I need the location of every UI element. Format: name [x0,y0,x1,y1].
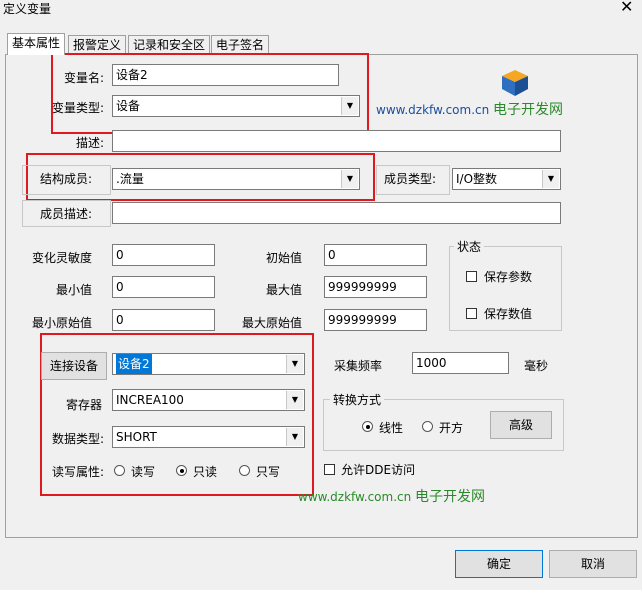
chevron-down-icon[interactable]: ▼ [341,170,358,188]
save-values-label: 保存数值 [484,307,533,321]
struct-member-value: .流量 [116,172,144,186]
convert-group-label: 转换方式 [330,391,385,408]
register-select[interactable]: INCREA100 ▼ [112,389,305,411]
sampling-input[interactable]: 1000 [412,352,509,374]
rw-readwrite-label: 读写 [131,465,156,479]
rw-writeonly-label: 只写 [256,465,281,479]
cube-logo-icon [500,68,530,98]
status-group-label: 状态 [454,238,485,255]
init-value-input[interactable]: 0 [324,244,427,266]
var-name-input[interactable]: 设备2 [112,64,339,86]
member-type-value: I/O整数 [456,172,498,186]
data-type-select[interactable]: SHORT ▼ [112,426,305,448]
min-value-label: 最小值 [55,283,92,297]
chevron-down-icon[interactable]: ▼ [286,355,303,373]
chevron-down-icon[interactable]: ▼ [341,97,358,115]
rw-writeonly-radio[interactable] [239,465,250,476]
register-label: 寄存器 [65,398,102,412]
register-value: INCREA100 [116,393,184,407]
member-desc-label: 成员描述: [40,207,93,221]
cancel-button[interactable]: 取消 [549,550,637,578]
tab-electronic-signature[interactable]: 电子签名 [211,35,270,54]
var-type-select[interactable]: 设备 ▼ [112,95,360,117]
convert-linear-label: 线性 [379,421,404,435]
member-type-label: 成员类型: [384,172,437,186]
chevron-down-icon[interactable]: ▼ [542,170,559,188]
close-icon[interactable]: ✕ [620,0,633,16]
member-type-select[interactable]: I/O整数 ▼ [452,168,561,190]
watermark-site: www.dzkfw.com.cn [298,490,412,504]
member-desc-input[interactable] [112,202,561,224]
sampling-label: 采集频率 [334,359,383,373]
watermark-top: www.dzkfw.com.cn 电子开发网 [376,99,563,119]
max-value-input[interactable]: 999999999 [324,276,427,298]
max-raw-input[interactable]: 999999999 [324,309,427,331]
tab-record-and-security[interactable]: 记录和安全区 [128,35,211,54]
device-value: 设备2 [116,354,152,374]
save-params-checkbox[interactable] [466,271,477,282]
rw-readonly-label: 只读 [193,465,218,479]
var-name-label: 变量名: [63,71,104,85]
rw-label: 读写属性: [51,465,104,479]
sensitivity-label: 变化灵敏度 [31,251,92,265]
watermark-site: www.dzkfw.com.cn [376,103,490,117]
rw-readwrite-radio[interactable] [114,465,125,476]
watermark-bottom: www.dzkfw.com.cn 电子开发网 [298,486,485,506]
rw-readonly-radio[interactable] [176,465,187,476]
chevron-down-icon[interactable]: ▼ [286,428,303,446]
connect-device-button[interactable]: 连接设备 [41,352,107,380]
window-title: 定义变量 [3,2,52,16]
tab-basic-properties[interactable]: 基本属性 [7,33,66,55]
desc-input[interactable] [112,130,561,152]
save-values-checkbox[interactable] [466,308,477,319]
convert-sqrt-label: 开方 [439,421,464,435]
watermark-name: 电子开发网 [415,489,486,505]
advanced-button[interactable]: 高级 [490,411,552,439]
min-raw-input[interactable]: 0 [112,309,215,331]
struct-member-select[interactable]: .流量 ▼ [112,168,360,190]
init-value-label: 初始值 [265,251,302,265]
min-value-input[interactable]: 0 [112,276,215,298]
watermark-name: 电子开发网 [493,102,564,118]
var-type-value: 设备 [116,99,141,113]
dde-checkbox[interactable] [324,464,335,475]
max-raw-label: 最大原始值 [241,316,302,330]
min-raw-label: 最小原始值 [31,316,92,330]
max-value-label: 最大值 [265,283,302,297]
save-params-label: 保存参数 [484,270,533,284]
device-select[interactable]: 设备2 ▼ [112,353,305,375]
data-type-value: SHORT [116,430,157,444]
convert-sqrt-radio[interactable] [422,421,433,432]
chevron-down-icon[interactable]: ▼ [286,391,303,409]
data-type-label: 数据类型: [51,432,104,446]
dde-label: 允许DDE访问 [341,463,416,477]
desc-label: 描述: [75,136,104,150]
convert-linear-radio[interactable] [362,421,373,432]
sensitivity-input[interactable]: 0 [112,244,215,266]
tab-alarm-definition[interactable]: 报警定义 [68,35,127,54]
struct-member-label: 结构成员: [40,172,93,186]
var-type-label: 变量类型: [51,101,104,115]
ok-button[interactable]: 确定 [455,550,543,578]
sampling-unit: 毫秒 [524,359,549,373]
